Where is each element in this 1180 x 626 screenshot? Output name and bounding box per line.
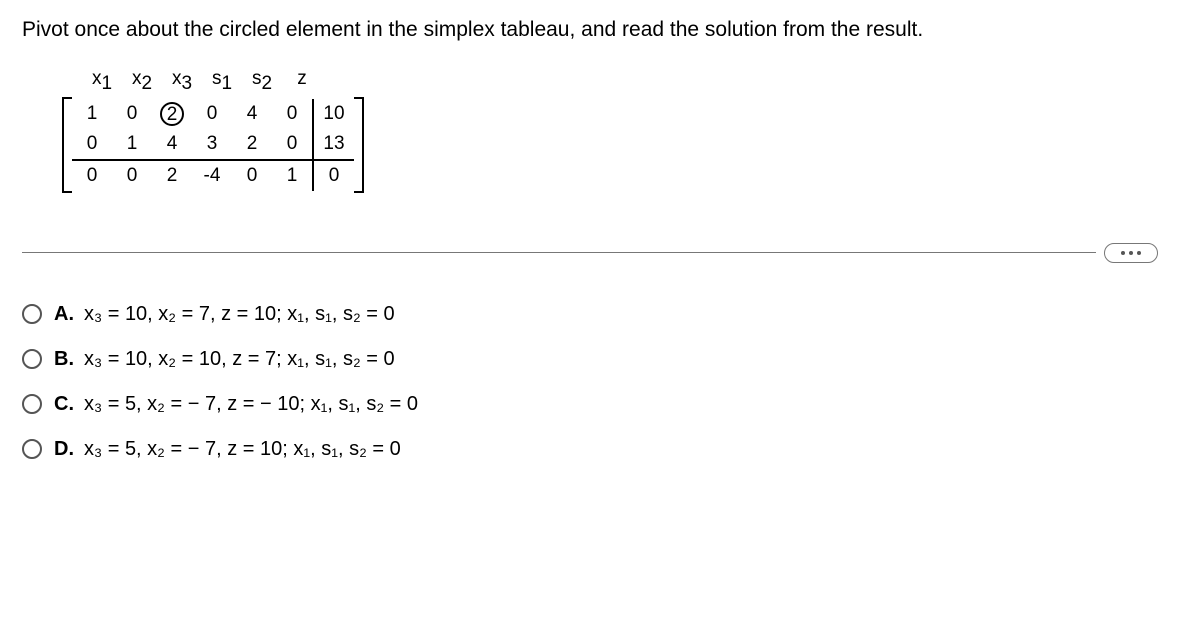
option-b: B. x₃ = 10, x₂ = 10, z = 7; x₁, s₁, s₂ =… xyxy=(22,348,1158,371)
cell: 0 xyxy=(272,133,312,155)
simplex-tableau: x1 x2 x3 s1 s2 z 1 0 2 0 4 0 10 0 1 4 3 xyxy=(62,68,1158,193)
more-button[interactable] xyxy=(1104,243,1158,263)
separator xyxy=(22,243,1158,263)
option-d: D. x₃ = 5, x₂ = − 7, z = 10; x₁, s₁, s₂ … xyxy=(22,438,1158,461)
option-c: C. x₃ = 5, x₂ = − 7, z = − 10; x₁, s₁, s… xyxy=(22,393,1158,416)
tableau-headers: x1 x2 x3 s1 s2 z xyxy=(82,68,1158,95)
col-header-x3: x3 xyxy=(162,68,202,95)
col-header-z: z xyxy=(282,68,322,95)
answer-options: A. x₃ = 10, x₂ = 7, z = 10; x₁, s₁, s₂ =… xyxy=(22,303,1158,461)
option-letter: D. xyxy=(54,438,74,461)
cell: 0 xyxy=(112,165,152,187)
separator-line xyxy=(22,252,1096,253)
option-text: x₃ = 5, x₂ = − 7, z = 10; x₁, s₁, s₂ = 0 xyxy=(84,438,401,461)
question-text: Pivot once about the circled element in … xyxy=(22,18,1158,42)
option-letter: C. xyxy=(54,393,74,416)
tableau-row-2: 0 0 2 -4 0 1 0 xyxy=(72,161,354,191)
bracket-left xyxy=(62,97,72,193)
cell: 1 xyxy=(272,165,312,187)
tableau-row-1: 0 1 4 3 2 0 13 xyxy=(72,129,354,159)
matrix: 1 0 2 0 4 0 10 0 1 4 3 2 0 13 0 xyxy=(62,97,1158,193)
col-header-x2: x2 xyxy=(122,68,162,95)
rhs-cell: 13 xyxy=(314,133,354,155)
col-header-s2: s2 xyxy=(242,68,282,95)
cell: 2 xyxy=(152,165,192,187)
option-text: x₃ = 10, x₂ = 7, z = 10; x₁, s₁, s₂ = 0 xyxy=(84,303,395,326)
option-text: x₃ = 5, x₂ = − 7, z = − 10; x₁, s₁, s₂ =… xyxy=(84,393,418,416)
tableau-row-0: 1 0 2 0 4 0 10 xyxy=(72,99,354,129)
rhs-cell: 0 xyxy=(314,165,354,187)
option-a: A. x₃ = 10, x₂ = 7, z = 10; x₁, s₁, s₂ =… xyxy=(22,303,1158,326)
option-letter: B. xyxy=(54,348,74,371)
dot-icon xyxy=(1121,251,1125,255)
cell: 0 xyxy=(272,103,312,125)
cell: -4 xyxy=(192,165,232,187)
cell: 0 xyxy=(72,133,112,155)
cell: 1 xyxy=(112,133,152,155)
option-letter: A. xyxy=(54,303,74,326)
cell: 4 xyxy=(232,103,272,125)
cell: 3 xyxy=(192,133,232,155)
cell: 0 xyxy=(72,165,112,187)
cell: 1 xyxy=(72,103,112,125)
radio-c[interactable] xyxy=(22,394,42,414)
option-text: x₃ = 10, x₂ = 10, z = 7; x₁, s₁, s₂ = 0 xyxy=(84,348,395,371)
col-header-s1: s1 xyxy=(202,68,242,95)
rhs-cell: 10 xyxy=(314,103,354,125)
radio-b[interactable] xyxy=(22,349,42,369)
dot-icon xyxy=(1129,251,1133,255)
radio-d[interactable] xyxy=(22,439,42,459)
dot-icon xyxy=(1137,251,1141,255)
cell: 2 xyxy=(232,133,272,155)
pivot-cell: 2 xyxy=(152,102,192,126)
cell: 0 xyxy=(232,165,272,187)
cell: 4 xyxy=(152,133,192,155)
bracket-right xyxy=(354,97,364,193)
col-header-x1: x1 xyxy=(82,68,122,95)
radio-a[interactable] xyxy=(22,304,42,324)
circled-pivot: 2 xyxy=(160,102,184,126)
cell: 0 xyxy=(192,103,232,125)
cell: 0 xyxy=(112,103,152,125)
